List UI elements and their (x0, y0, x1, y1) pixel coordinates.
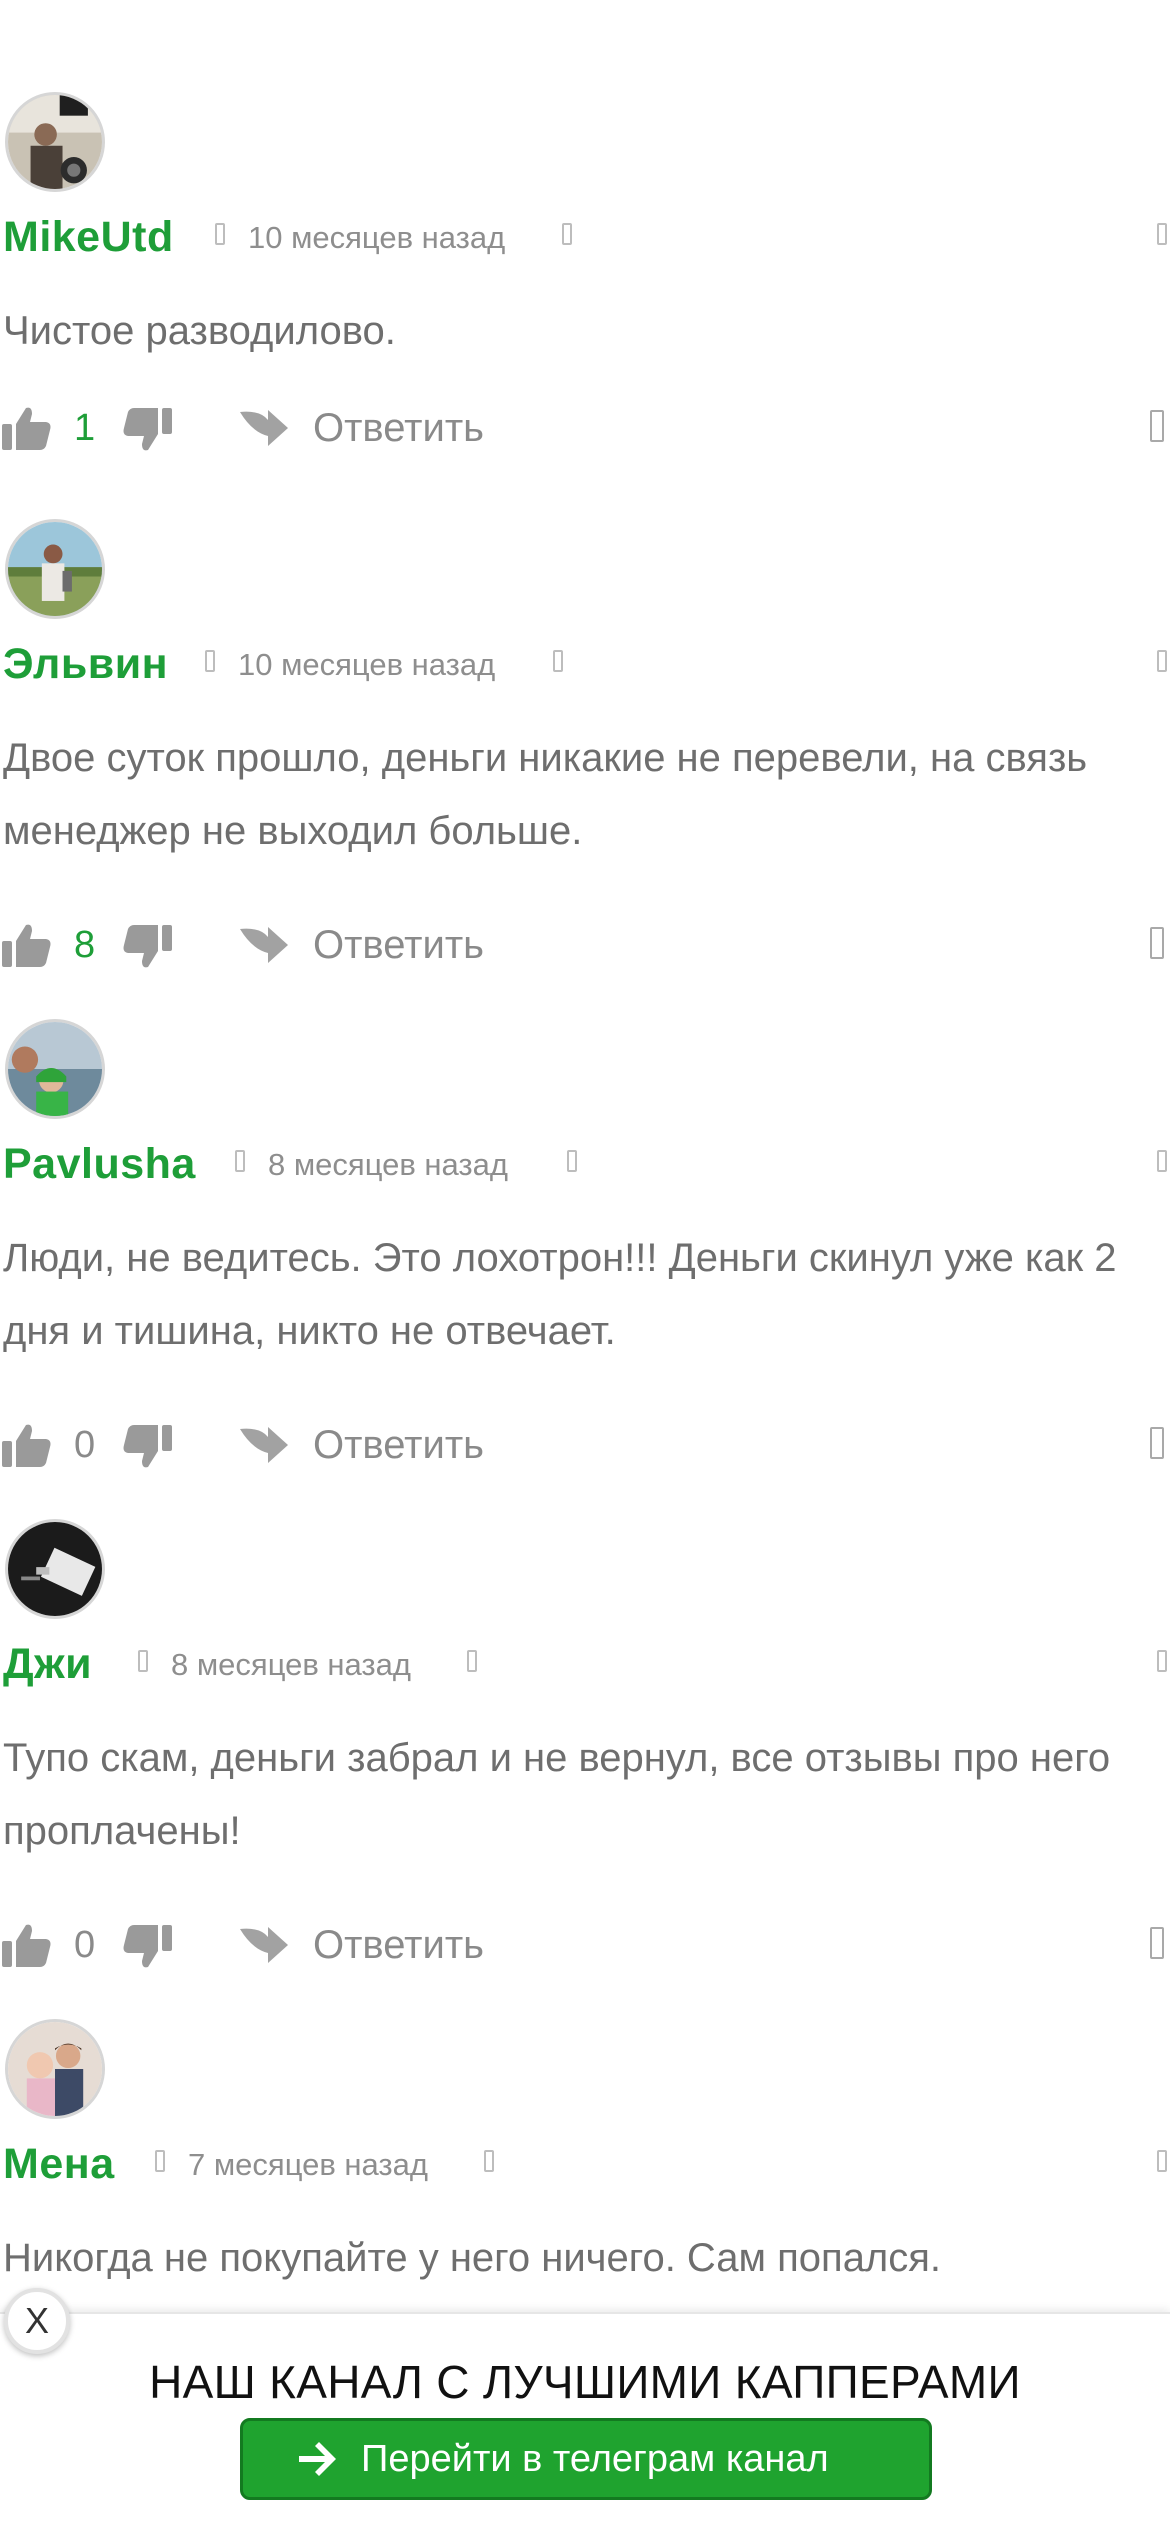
close-banner-button[interactable]: X (4, 2288, 70, 2354)
comment-actions: 0 Ответить (0, 1917, 1170, 1973)
reply-button[interactable]: Ответить (313, 921, 484, 969)
telegram-channel-button[interactable]: Перейти в телеграм канал (240, 2418, 932, 2500)
share-icon[interactable] (562, 223, 572, 245)
thumbs-down-icon[interactable] (122, 408, 172, 452)
share-icon[interactable] (553, 650, 563, 672)
thumbs-up-icon[interactable] (2, 1423, 52, 1467)
collapse-icon[interactable] (1157, 223, 1167, 245)
reply-button[interactable]: Ответить (313, 1421, 484, 1469)
comment-text: Чистое разводилово. (3, 309, 396, 353)
thumbs-up-icon[interactable] (2, 923, 52, 967)
reply-button[interactable]: Ответить (313, 404, 484, 452)
collapse-icon[interactable] (1157, 1150, 1167, 1172)
thumbs-down-icon[interactable] (122, 1425, 172, 1469)
author-badge-icon (155, 2150, 165, 2172)
author-badge-icon (205, 650, 215, 672)
thumbs-up-icon[interactable] (2, 1923, 52, 1967)
thumbs-down-icon[interactable] (122, 1925, 172, 1969)
like-count: 1 (74, 407, 96, 449)
comment-item: Джи 8 месяцев назад Тупо скам, деньги за… (0, 1519, 1170, 1999)
thumbs-up-icon[interactable] (2, 406, 52, 450)
comment-item: MikeUtd 10 месяцев назад Чистое разводил… (0, 92, 1170, 572)
collapse-icon[interactable] (1157, 2150, 1167, 2172)
avatar[interactable] (5, 1519, 105, 1619)
comment-date[interactable]: 8 месяцев назад (268, 1146, 508, 1184)
like-count: 8 (74, 924, 96, 966)
comment-text: Тупо скам, деньги забрал и не вернул, вс… (3, 1736, 1111, 1853)
reply-button[interactable]: Ответить (313, 1921, 484, 1969)
reply-arrow-icon[interactable] (238, 1423, 290, 1467)
more-icon[interactable] (1150, 1927, 1164, 1959)
avatar[interactable] (5, 2019, 105, 2119)
comment-date[interactable]: 7 месяцев назад (188, 2146, 428, 2184)
comment-text: Двое суток прошло, деньги никакие не пер… (3, 736, 1088, 853)
avatar-image (8, 95, 102, 189)
avatar[interactable] (5, 1019, 105, 1119)
avatar-image (8, 1522, 102, 1616)
comment-author[interactable]: Эльвин (3, 639, 168, 689)
comment-date[interactable]: 10 месяцев назад (238, 646, 495, 684)
avatar[interactable] (5, 92, 105, 192)
avatar[interactable] (5, 519, 105, 619)
banner-title: НАШ КАНАЛ С ЛУЧШИМИ КАППЕРАМИ (149, 2356, 1021, 2408)
comment-author[interactable]: Джи (3, 1639, 92, 1689)
comment-author[interactable]: MikeUtd (3, 212, 174, 262)
author-badge-icon (138, 1650, 148, 1672)
comment-text: Никогда не покупайте у него ничего. Сам … (3, 2236, 942, 2280)
telegram-promo-banner: НАШ КАНАЛ С ЛУЧШИМИ КАППЕРАМИ Перейти в … (0, 2312, 1170, 2534)
more-icon[interactable] (1150, 1427, 1164, 1459)
reply-arrow-icon[interactable] (238, 1923, 290, 1967)
share-icon[interactable] (467, 1650, 477, 1672)
collapse-icon[interactable] (1157, 1650, 1167, 1672)
avatar-image (8, 1022, 102, 1116)
avatar-image (8, 522, 102, 616)
comment-item: Эльвин 10 месяцев назад Двое суток прошл… (0, 519, 1170, 999)
share-icon[interactable] (567, 1150, 577, 1172)
more-icon[interactable] (1150, 927, 1164, 959)
share-icon[interactable] (484, 2150, 494, 2172)
collapse-icon[interactable] (1157, 650, 1167, 672)
comment-date[interactable]: 10 месяцев назад (248, 219, 505, 257)
author-badge-icon (215, 223, 225, 245)
comment-date[interactable]: 8 месяцев назад (171, 1646, 411, 1684)
avatar-image (8, 2022, 102, 2116)
comment-actions: 1 Ответить (0, 400, 1170, 456)
comment-author[interactable]: Мена (3, 2139, 115, 2189)
reply-arrow-icon[interactable] (238, 923, 290, 967)
comment-actions: 8 Ответить (0, 917, 1170, 973)
like-count: 0 (74, 1924, 96, 1966)
thumbs-down-icon[interactable] (122, 925, 172, 969)
author-badge-icon (235, 1150, 245, 1172)
reply-arrow-icon[interactable] (238, 406, 290, 450)
telegram-button-label: Перейти в телеграм канал (361, 2438, 829, 2480)
more-icon[interactable] (1150, 410, 1164, 442)
comment-item: Pavlusha 8 месяцев назад Люди, не ведите… (0, 1019, 1170, 1499)
arrow-right-icon (299, 2442, 336, 2476)
comment-actions: 0 Ответить (0, 1417, 1170, 1473)
like-count: 0 (74, 1424, 96, 1466)
comment-text: Люди, не ведитесь. Это лохотрон!!! Деньг… (3, 1236, 1117, 1353)
comment-author[interactable]: Pavlusha (3, 1139, 196, 1189)
